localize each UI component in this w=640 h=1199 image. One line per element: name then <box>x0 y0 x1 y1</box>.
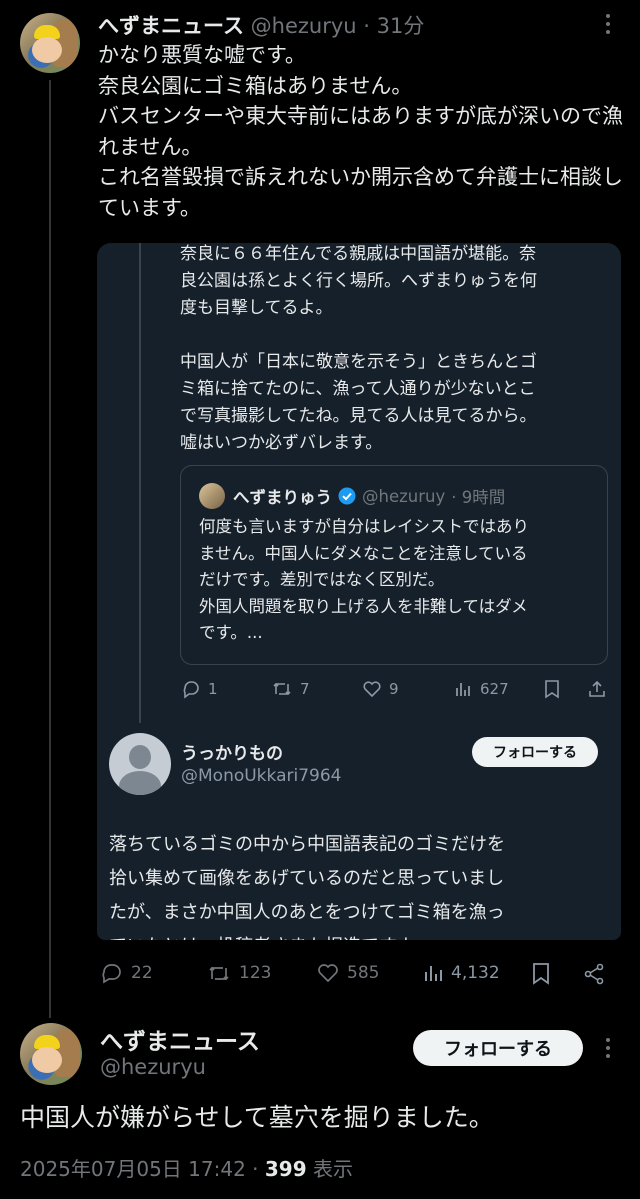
reply-button[interactable]: 22 <box>100 962 153 984</box>
repost-icon <box>273 682 291 696</box>
bookmark-button[interactable] <box>530 962 552 986</box>
repost-button[interactable]: 123 <box>206 962 271 984</box>
quote-display-name: へずまりゅう <box>233 488 332 507</box>
tweet-text: 中国人が嫌がらせして墓穴を掘りました。 <box>20 1103 494 1132</box>
more-options-icon[interactable] <box>606 14 610 38</box>
quote-handle: @hezuruy <box>362 486 446 506</box>
heart-icon <box>318 964 338 983</box>
views-label: 表示 <box>306 1157 353 1181</box>
reply-avatar[interactable] <box>109 733 171 795</box>
display-name[interactable]: へずまニュース <box>98 14 244 38</box>
reply-follow-button[interactable]: フォローする <box>472 737 598 767</box>
views-icon <box>456 683 470 696</box>
tweet-text: かなり悪質な嘘です。 奈良公園にゴミ箱はありません。 バスセンターや東大寺前には… <box>98 43 623 220</box>
like-button[interactable]: 585 <box>316 962 379 984</box>
reply-display-name[interactable]: うっかりもの <box>181 739 283 764</box>
timestamp[interactable]: 2025年07月05日 17:42 · <box>20 1157 265 1181</box>
quote-header: へずまりゅう @hezuruy · 9時間 <box>233 484 505 508</box>
verified-badge-icon <box>338 487 356 505</box>
heart-icon <box>363 681 381 698</box>
embed-share-button[interactable] <box>587 679 607 699</box>
embed-views[interactable]: 627 <box>453 679 509 699</box>
share-icon <box>589 680 605 697</box>
post-timestamp: 2025年07月05日 17:42 · 399 表示 <box>20 1153 353 1182</box>
handle[interactable]: @hezuryu <box>251 14 357 38</box>
reply-icon <box>183 681 199 699</box>
tweet-header: へずまニュース @hezuryu · 31分 <box>98 10 424 40</box>
embed-post-text: 奈良に６６年住んでる親戚は中国語が堪能。奈 良公園は孫とよく行く場所。へずまりゅ… <box>180 244 537 453</box>
share-button[interactable] <box>582 962 606 986</box>
embed-thread-line <box>139 243 141 723</box>
bookmark-icon <box>533 963 549 985</box>
embed-bookmark-button[interactable] <box>543 679 561 699</box>
thread-connector <box>49 80 51 1018</box>
views-count: 399 <box>264 1157 307 1181</box>
repost-icon <box>209 966 229 981</box>
follow-button[interactable]: フォローする <box>413 1030 583 1066</box>
handle[interactable]: @hezuryu <box>100 1055 206 1079</box>
reply-icon <box>102 964 121 984</box>
embed-reply-button[interactable]: 1 <box>181 679 218 699</box>
embed-like-button[interactable]: 9 <box>362 679 399 699</box>
quote-text: 何度も言いますが自分はレイシストではあり ません。中国人にダメなことを注意してい… <box>199 517 529 642</box>
views-icon <box>425 966 442 981</box>
avatar[interactable] <box>20 13 80 73</box>
display-name[interactable]: へずまニュース <box>100 1022 260 1056</box>
quote-time: · 9時間 <box>451 488 506 507</box>
quote-avatar <box>199 483 225 509</box>
reply-handle[interactable]: @MonoUkkari7964 <box>181 766 341 786</box>
embed-repost-button[interactable]: 7 <box>271 679 310 699</box>
more-options-icon[interactable] <box>606 1038 610 1062</box>
quoted-post[interactable]: へずまりゅう @hezuruy · 9時間 何度も言いますが自分はレイシストでは… <box>180 465 608 665</box>
avatar[interactable] <box>20 1023 82 1085</box>
bookmark-icon <box>545 680 559 699</box>
post-time[interactable]: · 31分 <box>363 14 424 38</box>
share-icon <box>584 963 604 985</box>
reply-text: 落ちているゴミの中から中国語表記のゴミだけを 拾い集めて画像をあげているのだと思… <box>109 834 505 940</box>
embedded-screenshot[interactable]: 奈良に６６年住んでる親戚は中国語が堪能。奈 良公園は孫とよく行く場所。へずまりゅ… <box>97 243 621 940</box>
views-button[interactable]: 4,132 <box>422 962 500 984</box>
